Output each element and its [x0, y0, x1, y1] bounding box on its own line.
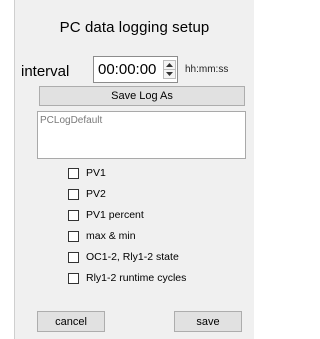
log-name-field[interactable]: PCLogDefault — [37, 111, 246, 159]
save-button[interactable]: save — [174, 311, 242, 332]
option-pv1-percent[interactable]: PV1 percent — [68, 208, 144, 222]
save-log-as-button[interactable]: Save Log As — [39, 86, 245, 106]
spin-up-icon[interactable] — [164, 61, 175, 70]
option-label: PV2 — [86, 188, 106, 200]
option-pv1[interactable]: PV1 — [68, 166, 106, 180]
option-label: Rly1-2 runtime cycles — [86, 272, 187, 284]
option-label: PV1 percent — [86, 209, 144, 221]
option-pv2[interactable]: PV2 — [68, 187, 106, 201]
option-oc-rly-state[interactable]: OC1-2, Rly1-2 state — [68, 250, 179, 264]
option-pv1-percent-checkbox[interactable] — [68, 209, 79, 221]
option-max-min-checkbox[interactable] — [68, 230, 79, 242]
interval-time-input[interactable]: 00:00:00 — [93, 56, 178, 83]
interval-label: interval — [21, 63, 70, 80]
option-oc-rly-state-checkbox[interactable] — [68, 251, 79, 263]
interval-spinner[interactable] — [163, 60, 176, 79]
option-label: PV1 — [86, 167, 106, 179]
option-label: max & min — [86, 230, 136, 242]
interval-time-value: 00:00:00 — [98, 61, 157, 78]
spin-down-icon[interactable] — [164, 70, 175, 78]
option-pv1-checkbox[interactable] — [68, 167, 79, 179]
option-label: OC1-2, Rly1-2 state — [86, 251, 179, 263]
logging-setup-dialog: PC data logging setup interval 00:00:00 … — [14, 0, 254, 339]
log-name-text: PCLogDefault — [40, 115, 103, 126]
option-max-min[interactable]: max & min — [68, 229, 136, 243]
option-rly-runtime-cycles[interactable]: Rly1-2 runtime cycles — [68, 271, 186, 285]
cancel-button[interactable]: cancel — [37, 311, 105, 332]
interval-unit-hint: hh:mm:ss — [185, 64, 229, 75]
option-rly-runtime-cycles-checkbox[interactable] — [68, 272, 79, 284]
option-pv2-checkbox[interactable] — [68, 188, 79, 200]
dialog-title: PC data logging setup — [59, 19, 210, 36]
